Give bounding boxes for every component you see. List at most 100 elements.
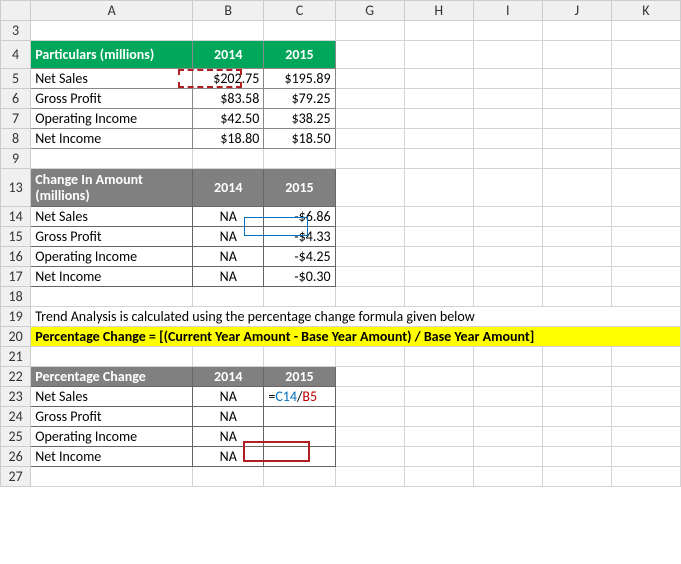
col-header-H[interactable]: H bbox=[404, 1, 473, 21]
cell[interactable]: $79.25 bbox=[264, 89, 335, 109]
row-3[interactable]: 3 bbox=[1, 21, 681, 41]
grid-table[interactable]: A B C G H I J K 3 4 Particulars (million… bbox=[0, 0, 681, 487]
row-21[interactable]: 21 bbox=[1, 347, 681, 367]
cell-C14[interactable]: -$6.86 bbox=[264, 207, 335, 227]
select-all-corner[interactable] bbox=[1, 1, 31, 21]
col-header-B[interactable]: B bbox=[193, 1, 264, 21]
cell[interactable]: NA bbox=[193, 267, 264, 287]
row-27[interactable]: 27 bbox=[1, 467, 681, 487]
table1-header-2015: 2015 bbox=[264, 41, 335, 69]
row-7[interactable]: 7 Operating Income $42.50 $38.25 bbox=[1, 109, 681, 129]
row-header[interactable]: 8 bbox=[1, 129, 31, 149]
cell[interactable]: NA bbox=[193, 387, 264, 407]
row-header[interactable]: 24 bbox=[1, 407, 31, 427]
row-header[interactable]: 18 bbox=[1, 287, 31, 307]
row-header[interactable]: 21 bbox=[1, 347, 31, 367]
row-header[interactable]: 16 bbox=[1, 247, 31, 267]
cell-B5[interactable]: $202.75 bbox=[193, 69, 264, 89]
row-6[interactable]: 6 Gross Profit $83.58 $79.25 bbox=[1, 89, 681, 109]
table1-header-2014: 2014 bbox=[193, 41, 264, 69]
cell[interactable] bbox=[264, 427, 335, 447]
col-header-A[interactable]: A bbox=[31, 1, 193, 21]
cell[interactable]: NA bbox=[193, 407, 264, 427]
table-row-label[interactable]: Gross Profit bbox=[31, 407, 193, 427]
row-header[interactable]: 9 bbox=[1, 149, 31, 169]
cell[interactable]: -$0.30 bbox=[264, 267, 335, 287]
cell[interactable]: $18.80 bbox=[193, 129, 264, 149]
row-14[interactable]: 14 Net Sales NA -$6.86 bbox=[1, 207, 681, 227]
table-row-label[interactable]: Net Income bbox=[31, 447, 193, 467]
table3-header-2014: 2014 bbox=[193, 367, 264, 387]
table2-header-2015: 2015 bbox=[264, 169, 335, 207]
cell[interactable]: $38.25 bbox=[264, 109, 335, 129]
row-header[interactable]: 17 bbox=[1, 267, 31, 287]
row-20[interactable]: 20 Percentage Change = [(Current Year Am… bbox=[1, 327, 681, 347]
table-row-label[interactable]: Operating Income bbox=[31, 427, 193, 447]
table3-header-pct: Percentage Change bbox=[31, 367, 193, 387]
row-25[interactable]: 25 Operating Income NA bbox=[1, 427, 681, 447]
row-header[interactable]: 26 bbox=[1, 447, 31, 467]
row-header[interactable]: 7 bbox=[1, 109, 31, 129]
table-row-label[interactable]: Operating Income bbox=[31, 247, 193, 267]
row-header[interactable]: 15 bbox=[1, 227, 31, 247]
column-header-row[interactable]: A B C G H I J K bbox=[1, 1, 681, 21]
row-22[interactable]: 22 Percentage Change 2014 2015 bbox=[1, 367, 681, 387]
row-header[interactable]: 4 bbox=[1, 41, 31, 69]
row-24[interactable]: 24 Gross Profit NA bbox=[1, 407, 681, 427]
col-header-J[interactable]: J bbox=[542, 1, 611, 21]
row-header[interactable]: 22 bbox=[1, 367, 31, 387]
table-row-label[interactable]: Net Income bbox=[31, 267, 193, 287]
table-row-label[interactable]: Net Sales bbox=[31, 387, 193, 407]
cell[interactable]: NA bbox=[193, 427, 264, 447]
table-row-label[interactable]: Gross Profit bbox=[31, 89, 193, 109]
cell[interactable]: $18.50 bbox=[264, 129, 335, 149]
row-18[interactable]: 18 bbox=[1, 287, 681, 307]
table-row-label[interactable]: Net Sales bbox=[31, 69, 193, 89]
row-9[interactable]: 9 bbox=[1, 149, 681, 169]
col-header-C[interactable]: C bbox=[264, 1, 335, 21]
cell[interactable]: $83.58 bbox=[193, 89, 264, 109]
row-15[interactable]: 15 Gross Profit NA -$4.33 bbox=[1, 227, 681, 247]
col-header-K[interactable]: K bbox=[611, 1, 680, 21]
cell[interactable]: NA bbox=[193, 247, 264, 267]
row-26[interactable]: 26 Net Income NA bbox=[1, 447, 681, 467]
col-header-G[interactable]: G bbox=[335, 1, 404, 21]
row-23[interactable]: 23 Net Sales NA =C14/B5 bbox=[1, 387, 681, 407]
col-header-I[interactable]: I bbox=[473, 1, 542, 21]
cell[interactable]: NA bbox=[193, 447, 264, 467]
table2-header-2014: 2014 bbox=[193, 169, 264, 207]
row-header[interactable]: 5 bbox=[1, 69, 31, 89]
row-header[interactable]: 25 bbox=[1, 427, 31, 447]
table-row-label[interactable]: Operating Income bbox=[31, 109, 193, 129]
row-header[interactable]: 19 bbox=[1, 307, 31, 327]
cell[interactable]: $42.50 bbox=[193, 109, 264, 129]
cell[interactable]: -$4.33 bbox=[264, 227, 335, 247]
row-header[interactable]: 6 bbox=[1, 89, 31, 109]
cell[interactable]: NA bbox=[193, 207, 264, 227]
row-header[interactable]: 3 bbox=[1, 21, 31, 41]
row-13[interactable]: 13 Change In Amount (millions) 2014 2015 bbox=[1, 169, 681, 207]
cell-C23-editing[interactable]: =C14/B5 bbox=[264, 387, 335, 407]
spreadsheet[interactable]: A B C G H I J K 3 4 Particulars (million… bbox=[0, 0, 681, 564]
formula-ref-c14: C14 bbox=[275, 388, 297, 405]
row-header[interactable]: 20 bbox=[1, 327, 31, 347]
table3-header-2015: 2015 bbox=[264, 367, 335, 387]
row-header[interactable]: 23 bbox=[1, 387, 31, 407]
table-row-label[interactable]: Gross Profit bbox=[31, 227, 193, 247]
row-17[interactable]: 17 Net Income NA -$0.30 bbox=[1, 267, 681, 287]
row-header[interactable]: 13 bbox=[1, 169, 31, 207]
row-header[interactable]: 14 bbox=[1, 207, 31, 227]
row-8[interactable]: 8 Net Income $18.80 $18.50 bbox=[1, 129, 681, 149]
table-row-label[interactable]: Net Income bbox=[31, 129, 193, 149]
cell[interactable] bbox=[264, 407, 335, 427]
row-19[interactable]: 19 Trend Analysis is calculated using th… bbox=[1, 307, 681, 327]
cell-C5[interactable]: $195.89 bbox=[264, 69, 335, 89]
cell[interactable]: -$4.25 bbox=[264, 247, 335, 267]
row-16[interactable]: 16 Operating Income NA -$4.25 bbox=[1, 247, 681, 267]
row-header[interactable]: 27 bbox=[1, 467, 31, 487]
cell[interactable]: NA bbox=[193, 227, 264, 247]
row-4[interactable]: 4 Particulars (millions) 2014 2015 bbox=[1, 41, 681, 69]
table-row-label[interactable]: Net Sales bbox=[31, 207, 193, 227]
cell[interactable] bbox=[264, 447, 335, 467]
row-5[interactable]: 5 Net Sales $202.75 $195.89 bbox=[1, 69, 681, 89]
